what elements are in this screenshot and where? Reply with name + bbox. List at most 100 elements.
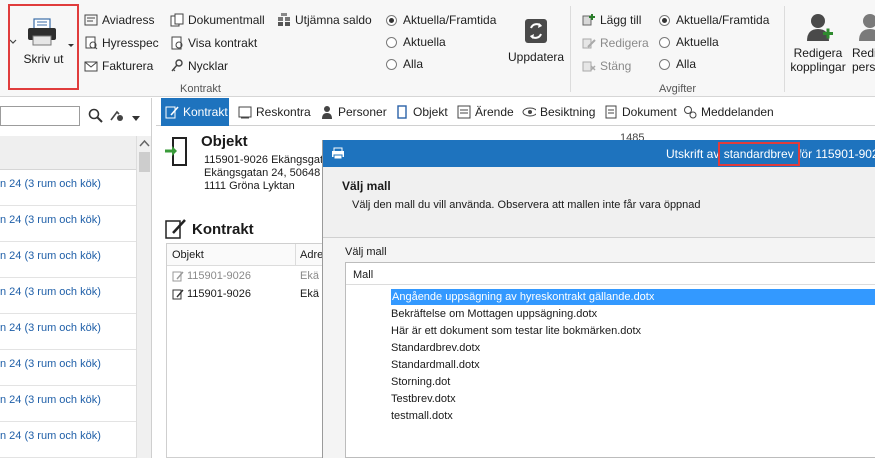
utjamna-saldo-label: Utjämna saldo: [295, 13, 372, 27]
dialog-instruction: Välj den mall du vill använda. Observera…: [352, 199, 701, 211]
fee-radio-current[interactable]: Aktuella: [659, 33, 719, 51]
dokumentmall-button[interactable]: Dokumentmall: [170, 11, 265, 29]
list-item[interactable]: n 24 (3 rum och kök): [0, 386, 136, 422]
tab-meddelanden[interactable]: Meddelanden: [679, 98, 778, 126]
search-icon[interactable]: [88, 108, 104, 124]
group-label-avgifter: Avgifter: [659, 83, 697, 95]
list-item-label: n 24 (3 rum och kök): [0, 430, 101, 442]
column-divider: [295, 244, 296, 266]
template-row[interactable]: testmall.dotx: [391, 408, 453, 424]
list-item[interactable]: n 24 (3 rum och kök): [0, 314, 136, 350]
list-item-label: n 24 (3 rum och kök): [0, 286, 101, 298]
visa-kontrakt-button[interactable]: Visa kontrakt: [170, 34, 257, 52]
table-row[interactable]: 115901-9026 Ekä: [167, 286, 325, 303]
key-icon: [170, 59, 184, 73]
dialog-heading: Välj mall: [342, 179, 391, 193]
printer-icon: [26, 18, 58, 48]
tab-label: Kontrakt: [183, 105, 228, 119]
fee-radio-all[interactable]: Alla: [659, 55, 696, 73]
hyresspec-label: Hyresspec: [102, 36, 159, 50]
template-name: Testbrev.dotx: [391, 393, 456, 405]
template-list[interactable]: Mall Angående uppsägning av hyreskontrak…: [345, 262, 875, 458]
template-row[interactable]: Bekräftelse om Mottagen uppsägning.dotx: [391, 306, 597, 322]
filter-radio-current[interactable]: Aktuella: [386, 33, 446, 51]
chevron-down-icon[interactable]: [131, 112, 141, 121]
list-item[interactable]: n 24 (3 rum och kök): [0, 422, 136, 458]
tab-objekt[interactable]: Objekt: [391, 98, 452, 126]
template-row[interactable]: Standardbrev.dotx: [391, 340, 480, 356]
table-row[interactable]: 115901-9026 Ekä: [167, 268, 325, 285]
list-scrollbar[interactable]: [136, 136, 151, 458]
dialog-title-prefix: Utskrift av: [666, 147, 720, 161]
uppdatera-label: Uppdatera: [508, 50, 565, 64]
hyresspec-button[interactable]: Hyresspec: [84, 34, 159, 52]
visa-kontrakt-label: Visa kontrakt: [188, 36, 258, 50]
template-row[interactable]: Standardmall.dotx: [391, 357, 480, 373]
list-item[interactable]: n 24 (3 rum och kök): [0, 170, 136, 206]
address-card-icon: [84, 13, 98, 27]
tab-label: Besiktning: [540, 105, 596, 119]
add-icon: [582, 13, 596, 27]
dialog-title-bar[interactable]: Utskrift av standardbrev för 115901-9026…: [323, 140, 875, 167]
filter-icon[interactable]: [109, 108, 125, 124]
redigera-kopplingar-button[interactable]: Redigera kopplingar: [788, 10, 848, 74]
redigera-personer-label-1: Redi: [852, 46, 875, 60]
utjamna-saldo-button[interactable]: Utjämna saldo: [277, 11, 372, 29]
column-header-objekt[interactable]: Objekt: [172, 249, 204, 261]
document-icon: [604, 105, 618, 119]
search-input[interactable]: [0, 106, 80, 126]
list-item[interactable]: n 24 (3 rum och kök): [0, 278, 136, 314]
close-fee-icon: [582, 59, 596, 73]
scrollbar-thumb[interactable]: [139, 152, 150, 172]
template-row[interactable]: Testbrev.dotx: [391, 391, 456, 407]
template-row[interactable]: Angående uppsägning av hyreskontrakt gäl…: [391, 289, 875, 305]
template-name: Standardbrev.dotx: [391, 342, 481, 354]
list-item[interactable]: n 24 (3 rum och kök): [0, 206, 136, 242]
filter-radio-all[interactable]: Alla: [386, 55, 423, 73]
lagg-till-button[interactable]: Lägg till: [582, 11, 641, 29]
tab-label: Objekt: [413, 105, 448, 119]
kontrakt-edit-icon: [165, 217, 187, 239]
nycklar-label: Nycklar: [188, 59, 229, 73]
tab-personer[interactable]: Personer: [316, 98, 391, 126]
list-item[interactable]: n 24 (3 rum och kök): [0, 242, 136, 278]
stang-avgift-button[interactable]: Stäng: [582, 57, 631, 75]
dialog-title-highlight: standardbrev: [717, 142, 800, 166]
print-chevron-down-icon[interactable]: [66, 40, 76, 50]
person-icon: [320, 105, 334, 119]
cell-adress: Ekä: [300, 288, 319, 300]
radio-label: Aktuella/Framtida: [403, 13, 497, 27]
ledger-icon: [238, 105, 252, 119]
tab-kontrakt[interactable]: Kontrakt: [161, 98, 229, 126]
stang-avgift-label: Stäng: [600, 59, 632, 73]
tab-reskontra[interactable]: Reskontra: [234, 98, 315, 126]
fee-radio-current-future[interactable]: Aktuella/Framtida: [659, 11, 769, 29]
person-icon: [856, 12, 875, 42]
print-button-label: Skriv ut: [23, 52, 64, 66]
aviadress-button[interactable]: Aviadress: [84, 11, 154, 29]
template-row[interactable]: Storning.dot: [391, 374, 450, 390]
filter-radio-current-future[interactable]: Aktuella/Framtida: [386, 11, 496, 29]
radio-selected: [386, 14, 397, 26]
redigera-avgift-button[interactable]: Redigera: [582, 34, 649, 52]
template-row[interactable]: Här är ett dokument som testar lite bokm…: [391, 323, 641, 339]
list-item-label: n 24 (3 rum och kök): [0, 214, 101, 226]
redigera-personer-button[interactable]: Redi pers: [852, 10, 875, 74]
dialog-title-suffix: för 115901-9026 (1/: [798, 147, 875, 161]
uppdatera-button[interactable]: Uppdatera: [508, 16, 564, 66]
template-column-header[interactable]: Mall: [346, 263, 875, 285]
contract-view-icon: [170, 36, 184, 50]
tab-arende[interactable]: Ärende: [453, 98, 518, 126]
column-header-adress[interactable]: Adre: [300, 249, 323, 261]
fakturera-button[interactable]: Fakturera: [84, 57, 153, 75]
tab-dokument[interactable]: Dokument: [600, 98, 681, 126]
print-button[interactable]: Skriv ut: [8, 4, 79, 90]
cell-objekt: 115901-9026: [187, 288, 252, 300]
nycklar-button[interactable]: Nycklar: [170, 57, 228, 75]
list-item[interactable]: n 24 (3 rum och kök): [0, 350, 136, 386]
template-name: Här är ett dokument som testar lite bokm…: [391, 325, 642, 337]
cell-adress: Ekä: [300, 270, 319, 282]
tab-label: Dokument: [622, 105, 677, 119]
tab-besiktning[interactable]: Besiktning: [518, 98, 599, 126]
print-dialog: Utskrift av standardbrev för 115901-9026…: [322, 140, 875, 458]
